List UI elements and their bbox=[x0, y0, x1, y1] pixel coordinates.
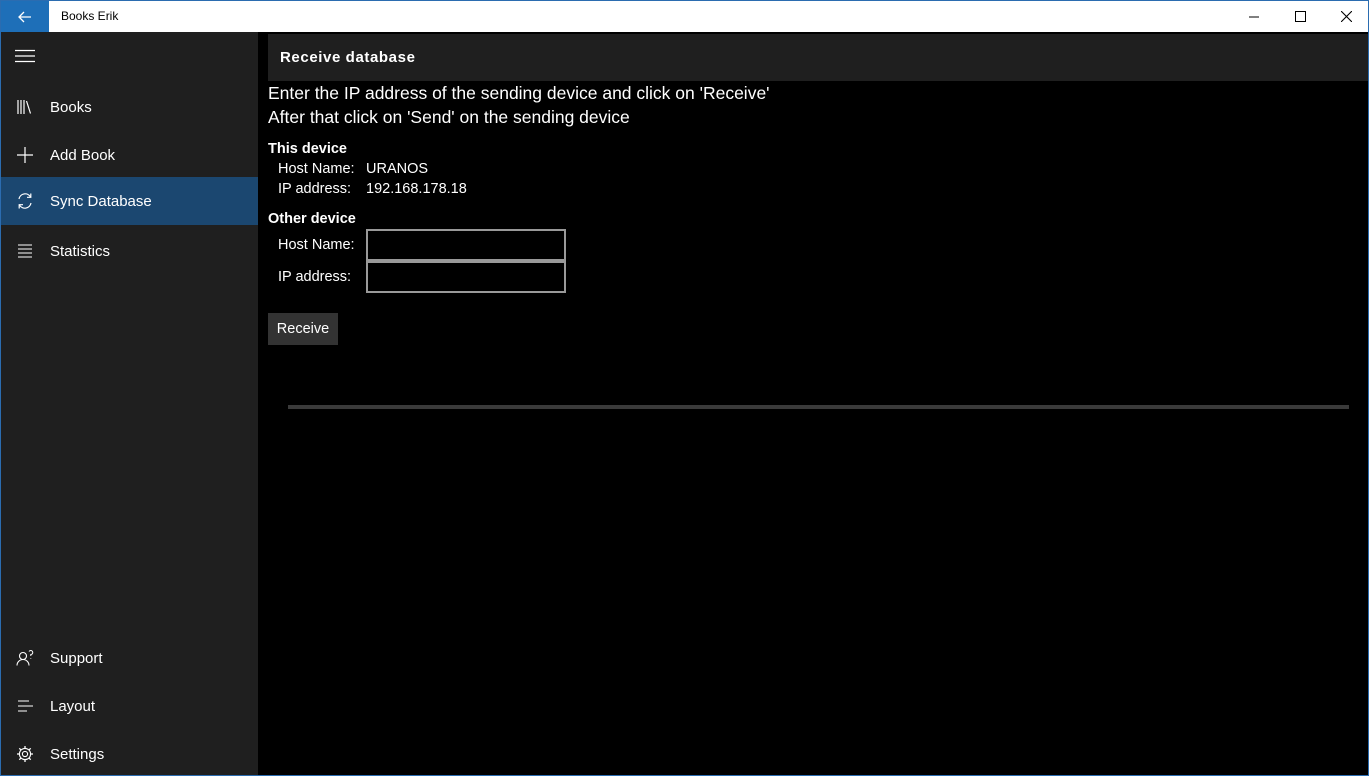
this-ip-address-label: IP address: bbox=[278, 181, 352, 197]
nav-item-books[interactable]: Books bbox=[1, 83, 258, 131]
minimize-button[interactable] bbox=[1231, 1, 1277, 32]
minimize-icon bbox=[1249, 16, 1259, 17]
maximize-icon bbox=[1294, 11, 1306, 22]
contact-support-icon bbox=[16, 650, 34, 666]
nav-item-layout[interactable]: Layout bbox=[1, 682, 258, 730]
progress-bar bbox=[288, 405, 1349, 409]
hamburger-icon bbox=[15, 49, 35, 63]
app-window: Books Erik Books Add Book Sync Database … bbox=[0, 0, 1369, 776]
nav-label-books: Books bbox=[50, 98, 92, 116]
list-icon bbox=[18, 244, 32, 258]
other-ip-address-label: IP address: bbox=[278, 269, 352, 285]
nav-item-sync-database[interactable]: Sync Database bbox=[1, 177, 258, 225]
this-device-heading: This device bbox=[268, 141, 347, 157]
plus-icon bbox=[17, 147, 33, 163]
nav-label-sync-database: Sync Database bbox=[50, 192, 152, 210]
arrow-left-icon bbox=[18, 11, 31, 22]
this-host-name-value: URANOS bbox=[366, 161, 429, 177]
gear-icon bbox=[17, 746, 33, 762]
other-ip-address-input[interactable] bbox=[366, 261, 566, 293]
nav-item-settings[interactable]: Settings bbox=[1, 730, 258, 776]
close-button[interactable] bbox=[1323, 1, 1369, 32]
navigation-pane: Books Add Book Sync Database Statistics … bbox=[1, 32, 258, 775]
this-host-name-label: Host Name: bbox=[278, 161, 355, 177]
close-icon bbox=[1340, 11, 1352, 22]
main-content: Receive database Enter the IP address of… bbox=[258, 32, 1368, 775]
page-title: Receive database bbox=[280, 49, 416, 66]
receive-button[interactable]: Receive bbox=[268, 313, 338, 345]
sync-icon bbox=[18, 193, 32, 209]
title-bar: Books Erik bbox=[1, 1, 1368, 32]
hamburger-menu-button[interactable] bbox=[1, 32, 49, 80]
nav-label-support: Support bbox=[50, 649, 103, 667]
app-title: Books Erik bbox=[61, 9, 119, 23]
other-host-name-input[interactable] bbox=[366, 229, 566, 261]
other-host-name-label: Host Name: bbox=[278, 237, 355, 253]
page-header: Receive database bbox=[268, 34, 1368, 81]
nav-item-add-book[interactable]: Add Book bbox=[1, 131, 258, 179]
this-ip-address-value: 192.168.178.18 bbox=[366, 181, 467, 197]
maximize-button[interactable] bbox=[1277, 1, 1323, 32]
back-button[interactable] bbox=[1, 1, 49, 32]
instruction-line-1: Enter the IP address of the sending devi… bbox=[268, 83, 770, 103]
nav-label-statistics: Statistics bbox=[50, 242, 111, 260]
instruction-line-2: After that click on 'Send' on the sendin… bbox=[268, 107, 630, 127]
other-device-heading: Other device bbox=[268, 211, 356, 227]
nav-item-statistics[interactable]: Statistics bbox=[1, 227, 258, 275]
nav-label-layout: Layout bbox=[50, 697, 96, 715]
library-icon bbox=[17, 100, 32, 114]
nav-label-add-book: Add Book bbox=[50, 146, 116, 164]
nav-label-settings: Settings bbox=[50, 745, 105, 763]
align-left-icon bbox=[18, 700, 33, 712]
nav-item-support[interactable]: Support bbox=[1, 634, 258, 682]
